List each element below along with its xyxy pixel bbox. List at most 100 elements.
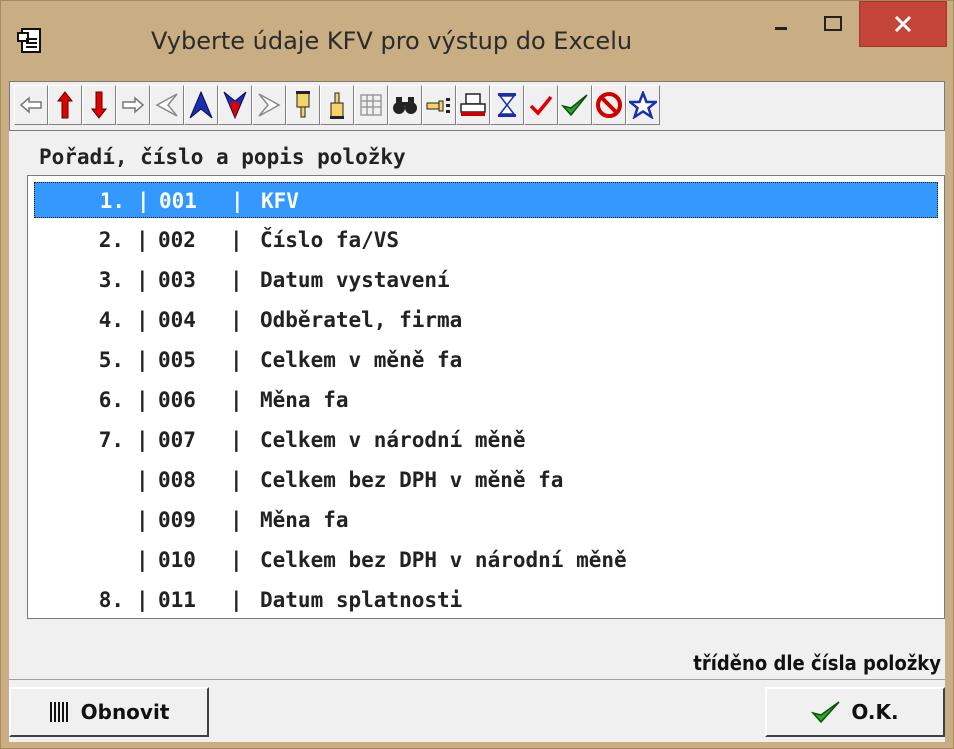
item-description: Odběratel, firma [260, 308, 463, 332]
grid-disabled-icon[interactable] [354, 85, 388, 125]
item-list[interactable]: 1. | 001 | KFV 2. | 002 | Číslo fa/VS 3. | 003 | Datum… [27, 175, 945, 619]
list-item[interactable]: 6. | 006 | Měna fa [34, 382, 938, 418]
item-code: 007 [158, 428, 196, 452]
item-separator: | [230, 468, 243, 492]
title-bar[interactable]: Vyberte údaje KFV pro výstup do Excelu [1, 1, 953, 81]
item-separator: | [230, 268, 243, 292]
forbidden-icon[interactable] [592, 85, 626, 125]
refresh-button[interactable]: Obnovit [9, 687, 209, 737]
item-description: Datum splatnosti [260, 588, 463, 612]
list-item[interactable]: 7. | 007 | Celkem v národní měně [34, 422, 938, 458]
item-separator: | [137, 189, 150, 213]
toolbar [9, 81, 945, 131]
item-description: Celkem v národní měně [260, 428, 526, 452]
dialog-window: Vyberte údaje KFV pro výstup do Excelu P… [0, 0, 954, 749]
list-item[interactable]: | 009 | Měna fa [34, 502, 938, 538]
list-item[interactable]: | 008 | Celkem bez DPH v měně fa [34, 462, 938, 498]
window-title: Vyberte údaje KFV pro výstup do Excelu [151, 27, 633, 55]
item-code: 009 [158, 508, 196, 532]
hand-point-down-icon[interactable] [286, 85, 320, 125]
item-description: Měna fa [260, 388, 349, 412]
list-item[interactable]: 1. | 001 | KFV [34, 182, 938, 218]
item-description: Číslo fa/VS [260, 228, 400, 252]
item-separator: | [136, 588, 149, 612]
divider [9, 679, 945, 680]
item-separator: | [230, 508, 243, 532]
list-item[interactable]: 8. | 011 | Datum splatnosti [34, 582, 938, 618]
list-item[interactable]: 2. | 002 | Číslo fa/VS [34, 222, 938, 258]
item-code: 003 [158, 268, 196, 292]
item-code: 010 [158, 548, 196, 572]
last-arrow-icon[interactable] [116, 85, 150, 125]
item-separator: | [136, 228, 149, 252]
sort-status: tříděno dle čísla položky [693, 651, 941, 675]
item-separator: | [136, 548, 149, 572]
item-description: Celkem v měně fa [260, 348, 463, 372]
item-description: Datum vystavení [260, 268, 450, 292]
item-number: 1. [99, 189, 125, 213]
item-code: 004 [158, 308, 196, 332]
binoculars-icon[interactable] [388, 85, 422, 125]
item-code: 006 [158, 388, 196, 412]
item-separator: | [230, 428, 243, 452]
down-arrow-icon[interactable] [82, 85, 116, 125]
item-description: Celkem bez DPH v měně fa [260, 468, 564, 492]
item-separator: | [136, 388, 149, 412]
item-description: Celkem bez DPH v národní měně [260, 548, 627, 572]
item-separator: | [230, 308, 243, 332]
close-button[interactable] [859, 1, 947, 47]
item-separator: | [136, 268, 149, 292]
list-item[interactable]: 5. | 005 | Celkem v měně fa [34, 342, 938, 378]
page-left-icon[interactable] [150, 85, 184, 125]
first-arrow-icon[interactable] [14, 85, 48, 125]
item-code: 002 [158, 228, 196, 252]
checkmark-green-icon [811, 699, 841, 725]
list-item[interactable]: 3. | 003 | Datum vystavení [34, 262, 938, 298]
dialog-content: Pořadí, číslo a popis položky 1. | 001 | KFV… [9, 81, 945, 742]
item-code: 005 [158, 348, 196, 372]
item-number: 4. [98, 308, 124, 332]
item-description: Měna fa [260, 508, 349, 532]
page-up-icon[interactable] [184, 85, 218, 125]
list-header: Pořadí, číslo a popis položky [39, 145, 406, 169]
hand-point-list-icon[interactable] [422, 85, 456, 125]
item-separator: | [230, 348, 243, 372]
ok-label: O.K. [851, 700, 899, 724]
hand-point-up-icon[interactable] [320, 85, 354, 125]
minimize-button[interactable] [761, 9, 801, 47]
item-number: 6. [98, 388, 124, 412]
item-code: 008 [158, 468, 196, 492]
page-right-icon[interactable] [252, 85, 286, 125]
item-number: 8. [98, 588, 124, 612]
item-separator: | [136, 508, 149, 532]
item-separator: | [230, 228, 243, 252]
star-icon[interactable] [626, 85, 660, 125]
checkmark-green-icon[interactable] [558, 85, 592, 125]
barcode-icon [49, 701, 71, 723]
item-separator: | [231, 189, 244, 213]
printer-icon[interactable] [456, 85, 490, 125]
item-number: 3. [98, 268, 124, 292]
hourglass-icon[interactable] [490, 85, 524, 125]
up-arrow-icon[interactable] [48, 85, 82, 125]
list-item[interactable]: | 010 | Celkem bez DPH v národní měně [34, 542, 938, 578]
item-separator: | [136, 308, 149, 332]
page-down-icon[interactable] [218, 85, 252, 125]
item-code: 011 [158, 588, 196, 612]
ok-button[interactable]: O.K. [765, 687, 945, 737]
item-number: 2. [98, 228, 124, 252]
item-number: 5. [98, 348, 124, 372]
item-separator: | [136, 428, 149, 452]
list-item[interactable]: 4. | 004 | Odběratel, firma [34, 302, 938, 338]
item-description: KFV [261, 189, 299, 213]
maximize-button[interactable] [813, 9, 853, 47]
checkmark-red-icon[interactable] [524, 85, 558, 125]
item-separator: | [136, 348, 149, 372]
refresh-label: Obnovit [80, 700, 170, 724]
item-separator: | [136, 468, 149, 492]
item-code: 001 [159, 189, 197, 213]
close-icon [894, 15, 912, 33]
app-icon [17, 27, 43, 55]
minimize-icon [775, 27, 787, 30]
item-number: 7. [98, 428, 124, 452]
